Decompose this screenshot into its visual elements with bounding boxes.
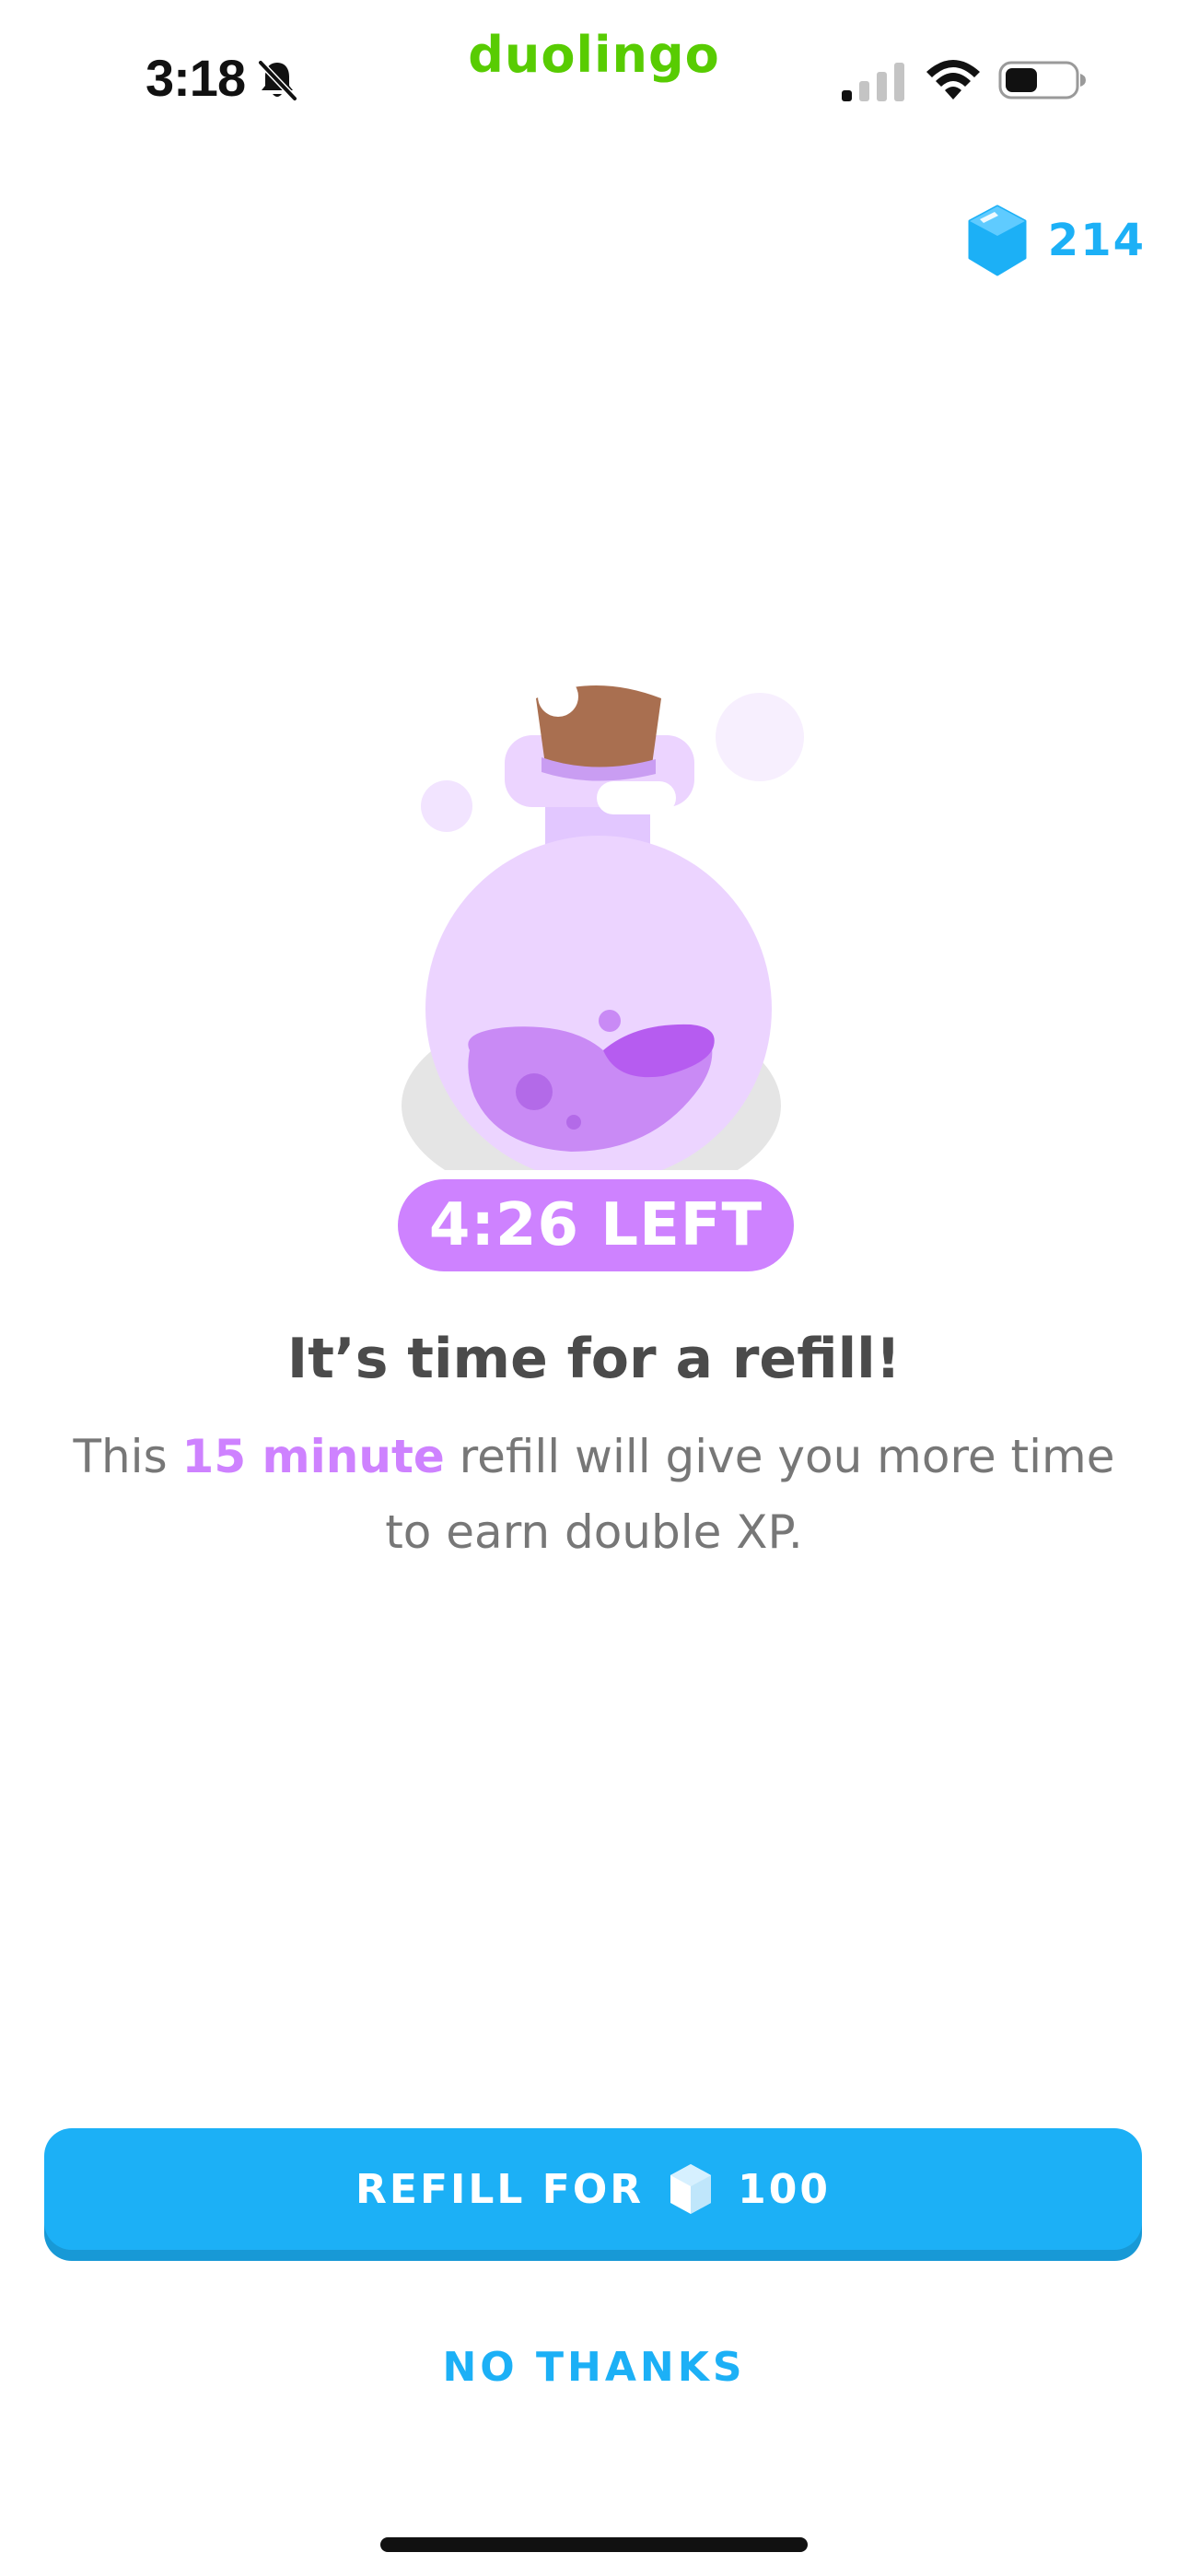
gem-icon xyxy=(670,2164,712,2214)
refill-screen: 3:18 duolingo 214 4:26 LEFT It’s time fo… xyxy=(0,0,1188,2576)
page-title: It’s time for a refill! xyxy=(286,1327,902,1391)
refill-button-label: REFILL FOR xyxy=(355,2165,645,2213)
refill-button[interactable]: REFILL FOR 100 xyxy=(44,2128,1142,2250)
description-tail: refill will give you more time to earn d… xyxy=(385,1430,1115,1559)
gem-icon xyxy=(968,205,1027,276)
gems-counter[interactable]: 214 xyxy=(967,205,1146,276)
refill-cost: 100 xyxy=(738,2165,831,2213)
description-lead: This xyxy=(73,1430,182,1483)
refill-description: This 15 minute refill will give you more… xyxy=(55,1419,1133,1570)
battery-icon xyxy=(998,61,1086,100)
wifi-icon xyxy=(926,60,980,100)
signal-icon xyxy=(842,63,904,101)
home-indicator[interactable] xyxy=(380,2537,808,2552)
no-thanks-button[interactable]: NO THANKS xyxy=(0,2344,1188,2391)
time-left-badge: 4:26 LEFT xyxy=(398,1179,794,1271)
refill-duration: 15 minute xyxy=(181,1430,445,1483)
gems-count: 214 xyxy=(1047,215,1146,266)
potion-bottle-icon xyxy=(402,676,804,1207)
